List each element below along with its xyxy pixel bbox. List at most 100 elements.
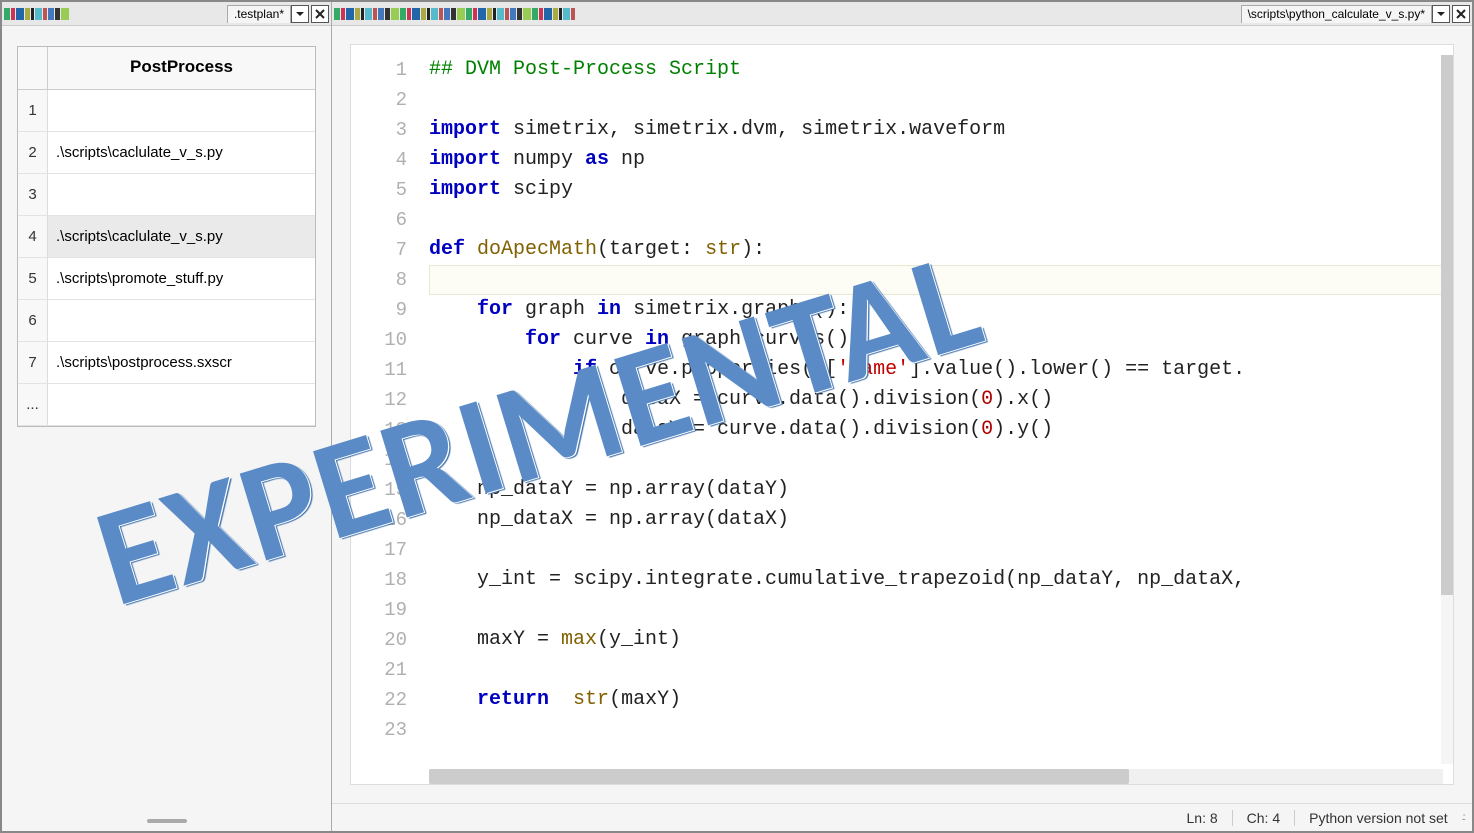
- right-panel: \scripts\python_calculate_v_s.py* 123456…: [332, 2, 1472, 831]
- tab-strip-decoration-right: [334, 6, 1237, 22]
- right-tab[interactable]: \scripts\python_calculate_v_s.py*: [1241, 5, 1432, 23]
- line-number: 16: [351, 505, 407, 535]
- editor-horizontal-scrollbar[interactable]: [429, 769, 1443, 784]
- code-line[interactable]: y_int = scipy.integrate.cumulative_trape…: [429, 565, 1453, 595]
- left-content: PostProcess 12.\scripts\caclulate_v_s.py…: [2, 26, 331, 811]
- status-bar: Ln: 8 Ch: 4 Python version not set .::: [332, 803, 1472, 831]
- line-number: 10: [351, 325, 407, 355]
- line-number: 7: [351, 235, 407, 265]
- code-line[interactable]: for graph in simetrix.graphs():: [429, 295, 1453, 325]
- code-line[interactable]: return str(maxY): [429, 685, 1453, 715]
- line-number: 21: [351, 655, 407, 685]
- line-number: 19: [351, 595, 407, 625]
- table-row[interactable]: 4.\scripts\caclulate_v_s.py: [18, 216, 315, 258]
- cell-value[interactable]: .\scripts\caclulate_v_s.py: [48, 132, 315, 173]
- code-line[interactable]: [429, 655, 1453, 685]
- left-panel: .testplan* PostProcess 12.\scripts\caclu…: [2, 2, 332, 831]
- line-number: 5: [351, 175, 407, 205]
- row-number: 3: [18, 174, 48, 215]
- code-line[interactable]: np_dataX = np.array(dataX): [429, 505, 1453, 535]
- line-number: 3: [351, 115, 407, 145]
- code-line[interactable]: [429, 535, 1453, 565]
- row-number: 7: [18, 342, 48, 383]
- line-number: 17: [351, 535, 407, 565]
- line-number: 13: [351, 415, 407, 445]
- left-tab[interactable]: .testplan*: [227, 5, 291, 23]
- table-row[interactable]: 7.\scripts\postprocess.sxscr: [18, 342, 315, 384]
- row-number: 5: [18, 258, 48, 299]
- code-line[interactable]: dataY = curve.data().division(0).y(): [429, 415, 1453, 445]
- code-line[interactable]: def doApecMath(target: str):: [429, 235, 1453, 265]
- chevron-down-icon: [1435, 8, 1447, 20]
- table-row[interactable]: 1: [18, 90, 315, 132]
- editor-vertical-scrollbar[interactable]: [1441, 55, 1453, 764]
- left-dropdown-button[interactable]: [291, 5, 309, 23]
- code-line[interactable]: import scipy: [429, 175, 1453, 205]
- code-line[interactable]: dataX = curve.data().division(0).x(): [429, 385, 1453, 415]
- current-line-highlight: [429, 265, 1443, 295]
- table-row[interactable]: 5.\scripts\promote_stuff.py: [18, 258, 315, 300]
- line-number: 8: [351, 265, 407, 295]
- scrollbar-thumb[interactable]: [1441, 55, 1453, 595]
- line-number: 18: [351, 565, 407, 595]
- row-number: ...: [18, 384, 48, 425]
- code-line[interactable]: [429, 205, 1453, 235]
- code-line[interactable]: for curve in graph.curves():: [429, 325, 1453, 355]
- cell-value[interactable]: [48, 384, 315, 425]
- close-icon: [1455, 8, 1467, 20]
- code-line[interactable]: [429, 85, 1453, 115]
- code-line[interactable]: [429, 595, 1453, 625]
- cell-value[interactable]: .\scripts\promote_stuff.py: [48, 258, 315, 299]
- scrollbar-thumb[interactable]: [429, 769, 1129, 784]
- close-icon: [314, 8, 326, 20]
- right-dropdown-button[interactable]: [1432, 5, 1450, 23]
- line-number: 12: [351, 385, 407, 415]
- line-number: 20: [351, 625, 407, 655]
- code-line[interactable]: [429, 265, 1453, 295]
- status-column: Ch: 4: [1247, 810, 1280, 826]
- table-row[interactable]: 3: [18, 174, 315, 216]
- status-python-version[interactable]: Python version not set: [1309, 810, 1448, 826]
- line-number: 23: [351, 715, 407, 745]
- cell-value[interactable]: .\scripts\caclulate_v_s.py: [48, 216, 315, 257]
- left-close-button[interactable]: [311, 5, 329, 23]
- code-line[interactable]: np_dataY = np.array(dataY): [429, 475, 1453, 505]
- line-number: 2: [351, 85, 407, 115]
- code-line[interactable]: import numpy as np: [429, 145, 1453, 175]
- cell-value[interactable]: [48, 90, 315, 131]
- separator: [1232, 810, 1233, 826]
- line-number: 14: [351, 445, 407, 475]
- grip-icon: [147, 819, 187, 823]
- table-row[interactable]: 2.\scripts\caclulate_v_s.py: [18, 132, 315, 174]
- table-header-row: PostProcess: [18, 47, 315, 90]
- resize-grip-icon[interactable]: .::: [1462, 812, 1464, 823]
- cell-value[interactable]: [48, 300, 315, 341]
- postprocess-table[interactable]: PostProcess 12.\scripts\caclulate_v_s.py…: [17, 46, 316, 427]
- panel-resize-handle[interactable]: [2, 811, 331, 831]
- row-number: 1: [18, 90, 48, 131]
- main-container: .testplan* PostProcess 12.\scripts\caclu…: [2, 2, 1472, 831]
- right-titlebar: \scripts\python_calculate_v_s.py*: [332, 2, 1472, 26]
- code-line[interactable]: [429, 445, 1453, 475]
- cell-value[interactable]: .\scripts\postprocess.sxscr: [48, 342, 315, 383]
- row-number: 6: [18, 300, 48, 341]
- table-row[interactable]: ...: [18, 384, 315, 426]
- code-line[interactable]: maxY = max(y_int): [429, 625, 1453, 655]
- row-number: 2: [18, 132, 48, 173]
- table-corner: [18, 47, 48, 89]
- chevron-down-icon: [294, 8, 306, 20]
- code-line[interactable]: import simetrix, simetrix.dvm, simetrix.…: [429, 115, 1453, 145]
- cell-value[interactable]: [48, 174, 315, 215]
- row-number: 4: [18, 216, 48, 257]
- code-line[interactable]: if curve.properties()['name'].value().lo…: [429, 355, 1453, 385]
- code-editor[interactable]: 1234567891011121314151617181920212223 ##…: [350, 44, 1454, 785]
- table-header-label: PostProcess: [48, 47, 315, 89]
- line-number: 6: [351, 205, 407, 235]
- table-row[interactable]: 6: [18, 300, 315, 342]
- code-line[interactable]: ## DVM Post-Process Script: [429, 55, 1453, 85]
- right-close-button[interactable]: [1452, 5, 1470, 23]
- code-text-area[interactable]: ## DVM Post-Process Script import simetri…: [421, 45, 1453, 784]
- code-line[interactable]: [429, 715, 1453, 745]
- line-number: 1: [351, 55, 407, 85]
- status-line: Ln: 8: [1187, 810, 1218, 826]
